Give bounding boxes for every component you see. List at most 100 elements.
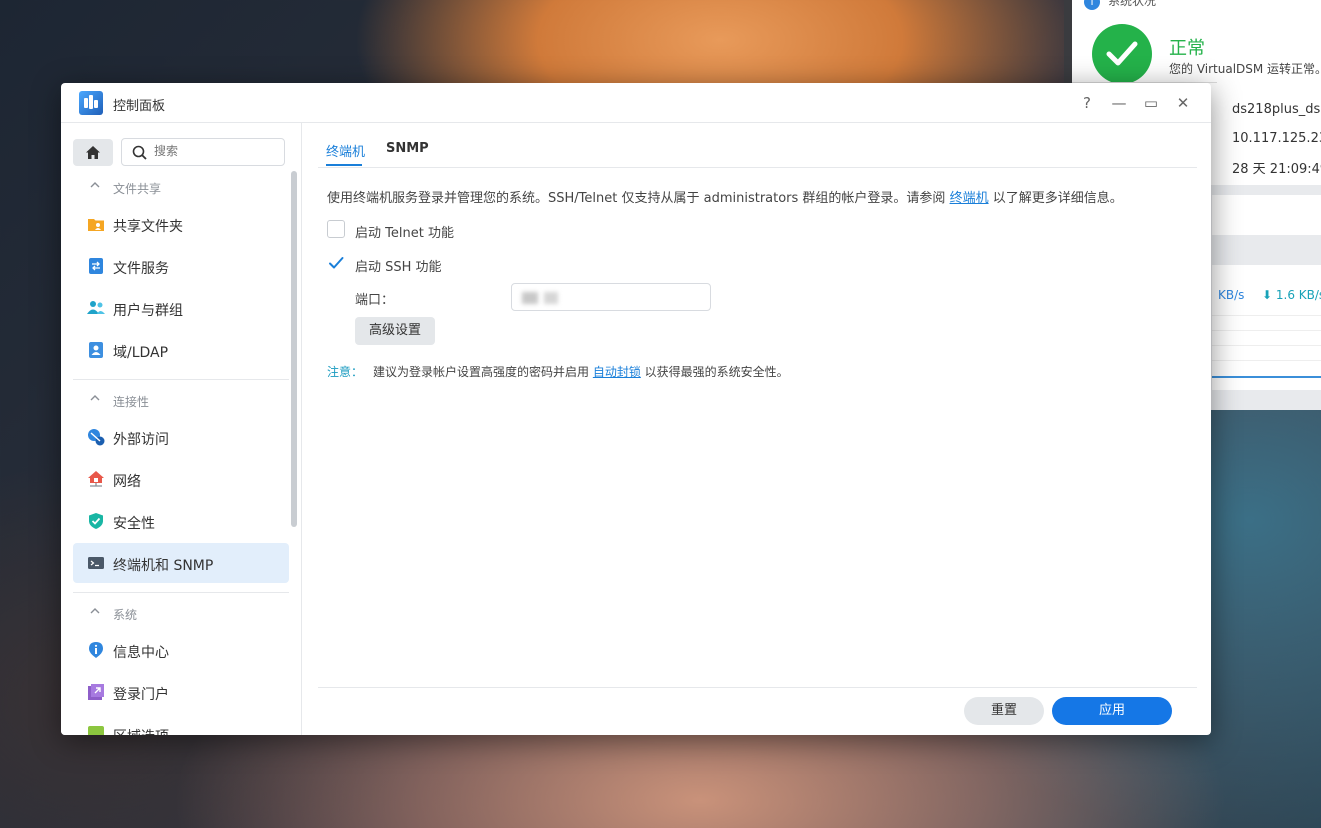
description-text: 以了解更多详细信息。 <box>988 191 1123 206</box>
tab-terminal[interactable]: 终端机 <box>326 141 365 160</box>
sidebar: 文件共享 共享文件夹 文件服务 用户与群组 域/LDAP 连接性 外部访问 <box>61 123 302 735</box>
sidebar-item-label: 域/LDAP <box>113 345 169 361</box>
system-status-desc: 您的 VirtualDSM 运转正常。 <box>1169 62 1321 76</box>
terminal-icon <box>88 557 104 569</box>
sidebar-scrollbar[interactable] <box>291 171 297 527</box>
ip-value: 10.117.125.233 <box>1232 131 1321 146</box>
group-header-system[interactable]: 系统 <box>73 602 289 626</box>
download-speed: ⬇ 1.6 KB/s <box>1262 288 1321 302</box>
search-icon <box>132 145 147 160</box>
close-button[interactable]: ✕ <box>1173 93 1193 113</box>
sidebar-item-label: 区域选项 <box>113 726 169 735</box>
sidebar-item-shared-folder[interactable]: 共享文件夹 <box>73 204 289 244</box>
uptime-value: 28 天 21:09:49 <box>1232 162 1321 177</box>
sidebar-item-label: 安全性 <box>113 516 155 532</box>
control-panel-app-icon <box>79 91 103 115</box>
sidebar-item-label: 文件服务 <box>113 261 169 277</box>
terminal-help-link[interactable]: 终端机 <box>950 191 989 206</box>
minimize-button[interactable]: — <box>1109 93 1129 113</box>
security-shield-icon <box>89 513 103 529</box>
search-field[interactable] <box>121 138 285 166</box>
group-header-file-sharing[interactable]: 文件共享 <box>73 176 289 200</box>
reset-button[interactable]: 重置 <box>964 697 1044 725</box>
login-portal-icon <box>88 684 104 700</box>
note-label: 注意： <box>327 365 364 379</box>
group-label: 系统 <box>113 608 138 622</box>
shared-folder-icon <box>88 219 104 231</box>
sidebar-item-login-portal[interactable]: 登录门户 <box>73 672 289 712</box>
group-label: 文件共享 <box>113 182 162 196</box>
window-titlebar[interactable]: 控制面板 ? — ▭ ✕ <box>61 83 1211 123</box>
window-title: 控制面板 <box>113 99 166 114</box>
sidebar-item-external-access[interactable]: 外部访问 <box>73 417 289 457</box>
sidebar-item-users-groups[interactable]: 用户与群组 <box>73 288 289 328</box>
sidebar-item-label: 共享文件夹 <box>113 219 183 235</box>
ssh-label: 启动 SSH 功能 <box>355 260 442 275</box>
hostname-value: ds218plus_dsm7 <box>1232 102 1321 117</box>
graph-gridline <box>1212 315 1321 316</box>
graph-gridline <box>1212 345 1321 346</box>
sidebar-item-security[interactable]: 安全性 <box>73 501 289 541</box>
advanced-settings-button[interactable]: 高级设置 <box>355 317 435 345</box>
info-center-icon <box>89 642 103 658</box>
redacted-value <box>544 292 558 304</box>
auto-block-link[interactable]: 自动封锁 <box>593 365 641 379</box>
note-text: 建议为登录帐户设置高强度的密码并启用 <box>373 365 593 379</box>
network-icon <box>88 471 104 487</box>
users-groups-icon <box>87 301 105 314</box>
sidebar-item-label: 信息中心 <box>113 645 169 661</box>
widget-panel <box>1212 195 1321 235</box>
apply-button[interactable]: 应用 <box>1052 697 1172 725</box>
group-label: 连接性 <box>113 395 150 409</box>
help-button[interactable]: ? <box>1077 93 1097 113</box>
telnet-checkbox[interactable] <box>327 220 345 238</box>
sidebar-item-label: 网络 <box>113 474 141 490</box>
terminal-description: 使用终端机服务登录并管理您的系统。SSH/Telnet 仅支持从属于 admin… <box>327 187 1123 206</box>
telnet-label: 启动 Telnet 功能 <box>355 226 454 241</box>
graph-gridline <box>1212 330 1321 331</box>
chevron-up-icon <box>90 182 100 188</box>
chevron-up-icon <box>90 395 100 401</box>
sidebar-item-label: 外部访问 <box>113 432 169 448</box>
chevron-up-icon <box>90 608 100 614</box>
sidebar-item-file-services[interactable]: 文件服务 <box>73 246 289 286</box>
sidebar-item-label: 终端机和 SNMP <box>113 558 214 574</box>
control-panel-window: 控制面板 ? — ▭ ✕ 文件共享 共享文件夹 文件服务 用户与群组 <box>61 83 1211 735</box>
graph-gridline <box>1212 360 1321 361</box>
description-text: 使用终端机服务登录并管理您的系统。SSH/Telnet 仅支持从属于 admin… <box>327 191 950 206</box>
sidebar-item-label: 用户与群组 <box>113 303 183 319</box>
domain-ldap-icon <box>89 342 103 358</box>
sidebar-item-terminal-snmp[interactable]: 终端机和 SNMP <box>73 543 289 583</box>
port-input[interactable] <box>511 283 711 311</box>
upload-speed: KB/s <box>1218 288 1245 302</box>
group-divider <box>73 379 289 380</box>
file-services-icon <box>89 258 103 274</box>
footer-divider <box>318 687 1197 688</box>
regional-options-icon <box>88 726 104 735</box>
external-access-icon <box>88 429 105 446</box>
checkmark-icon <box>329 257 344 269</box>
search-input[interactable] <box>154 144 274 158</box>
main-content: 终端机 SNMP 使用终端机服务登录并管理您的系统。SSH/Telnet 仅支持… <box>302 123 1211 735</box>
sidebar-item-regional-options[interactable]: 区域选项 <box>73 714 289 735</box>
redacted-value <box>522 292 538 304</box>
home-icon <box>86 146 100 159</box>
note-text: 以获得最强的系统安全性。 <box>640 365 789 379</box>
widget-title: 系统状况 <box>1108 0 1157 8</box>
group-divider <box>73 592 289 593</box>
maximize-button[interactable]: ▭ <box>1141 93 1161 113</box>
sidebar-item-info-center[interactable]: 信息中心 <box>73 630 289 670</box>
home-button[interactable] <box>73 139 113 166</box>
sidebar-item-domain-ldap[interactable]: 域/LDAP <box>73 330 289 370</box>
active-tab-indicator <box>326 164 362 166</box>
tab-divider <box>318 167 1197 168</box>
network-panel <box>1212 265 1321 390</box>
group-header-connectivity[interactable]: 连接性 <box>73 389 289 413</box>
security-note: 注意： 建议为登录帐户设置高强度的密码并启用 自动封锁 以获得最强的系统安全性。 <box>327 363 789 380</box>
status-ok-icon <box>1092 24 1152 84</box>
tab-snmp[interactable]: SNMP <box>386 141 429 156</box>
ssh-checkbox[interactable] <box>327 254 345 272</box>
sidebar-item-network[interactable]: 网络 <box>73 459 289 499</box>
port-label: 端口： <box>355 293 395 308</box>
graph-line <box>1212 376 1321 378</box>
